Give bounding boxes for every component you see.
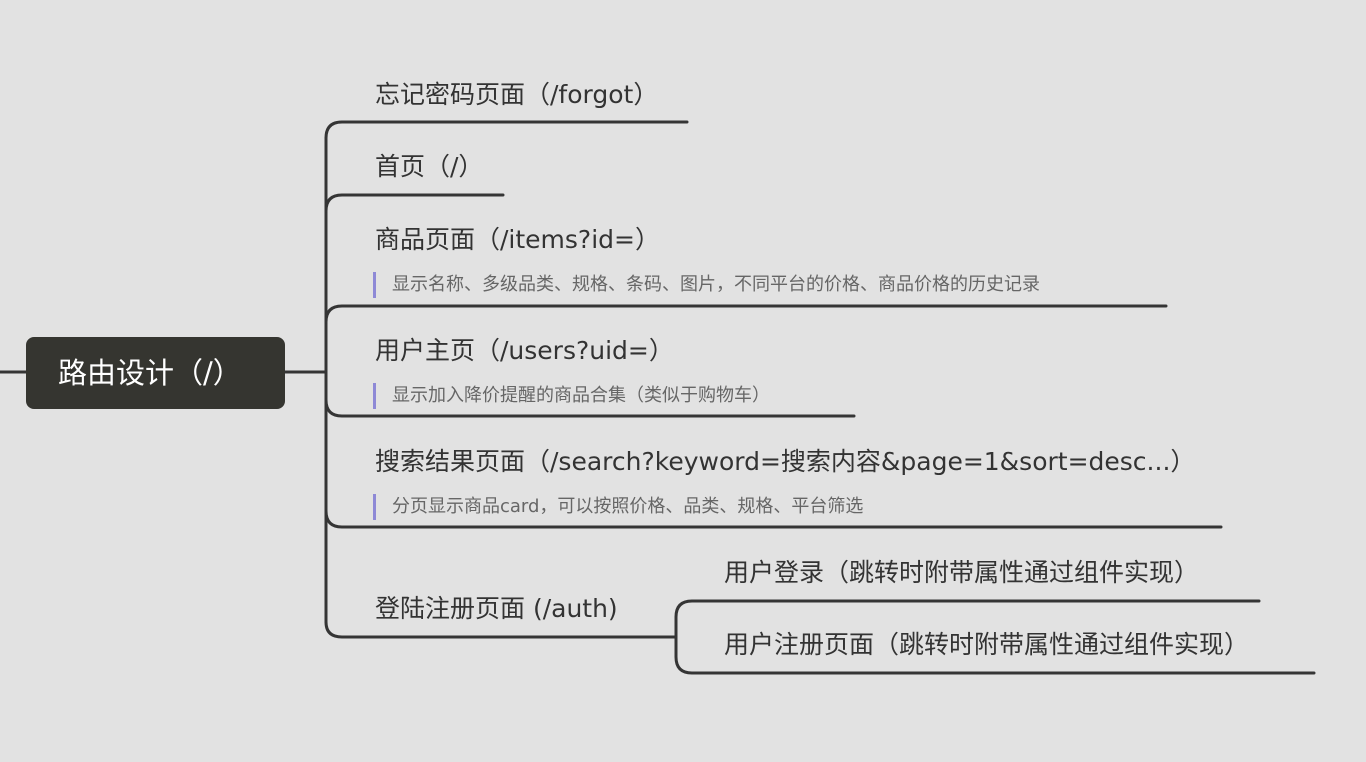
note-items-page: 显示名称、多级品类、规格、条码、图片，不同平台的价格、商品价格的历史记录 [373,272,1040,298]
topic-items-page[interactable]: 商品页面（/items?id=） [375,223,660,257]
topic-forgot-page[interactable]: 忘记密码页面（/forgot） [375,78,658,112]
subtopic-register[interactable]: 用户注册页面（跳转时附带属性通过组件实现） [724,628,1249,662]
root-topic[interactable]: 路由设计（/） [26,337,285,409]
branch-line-items [324,304,1168,324]
subtopic-login[interactable]: 用户登录（跳转时附带属性通过组件实现） [724,556,1199,590]
topic-home-page[interactable]: 首页（/） [375,150,483,184]
topic-search-page[interactable]: 搜索结果页面（/search?keyword=搜索内容&page=1&sort=… [375,445,1195,479]
note-users-page: 显示加入降价提醒的商品合集（类似于购物车） [373,383,770,409]
topic-users-page[interactable]: 用户主页（/users?uid=） [375,334,674,368]
topic-auth-page[interactable]: 登陆注册页面 (/auth) [375,592,618,626]
note-search-page: 分页显示商品card，可以按照价格、品类、规格、平台筛选 [373,494,863,520]
branch-line-home [324,193,505,213]
branch-line-forgot [324,120,689,140]
